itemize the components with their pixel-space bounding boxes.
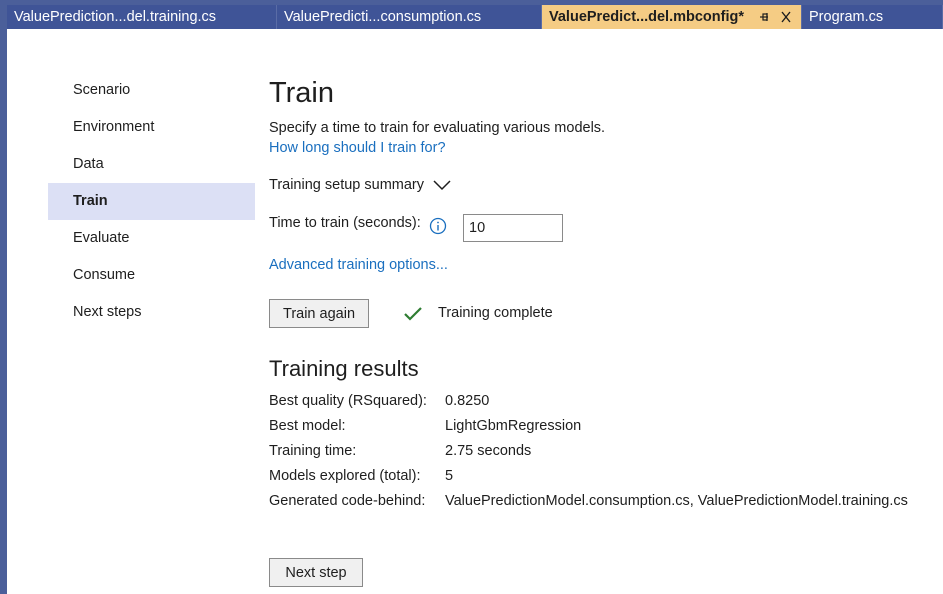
tab-label: ValuePredict...del.mbconfig* — [549, 9, 744, 25]
page-title: Train — [269, 77, 334, 109]
nav-item-scenario[interactable]: Scenario — [48, 76, 255, 113]
training-results-title: Training results — [269, 356, 419, 381]
next-step-button[interactable]: Next step — [269, 558, 363, 587]
pin-icon[interactable] — [758, 5, 770, 29]
result-key: Models explored (total): — [269, 468, 421, 484]
nav-item-evaluate[interactable]: Evaluate — [48, 224, 255, 261]
time-to-train-row: Time to train (seconds): — [269, 214, 563, 242]
time-to-train-input[interactable] — [463, 214, 563, 242]
checkmark-icon — [404, 307, 422, 321]
nav-item-next-steps[interactable]: Next steps — [48, 298, 255, 335]
result-value: LightGbmRegression — [445, 418, 582, 434]
window-frame: ValuePrediction...del.training.cs ValueP… — [0, 0, 943, 594]
page-description: Specify a time to train for evaluating v… — [269, 120, 606, 136]
result-value: ValuePredictionModel.consumption.cs, Val… — [445, 493, 908, 509]
help-link[interactable]: How long should I train for? — [269, 140, 446, 156]
result-key: Best model: — [269, 418, 346, 434]
result-key: Best quality (RSquared): — [269, 393, 427, 409]
tab-label: Program.cs — [809, 9, 884, 25]
result-key: Training time: — [269, 443, 357, 459]
summary-label: Training setup summary — [269, 177, 424, 193]
tab-mbconfig[interactable]: ValuePredict...del.mbconfig* — [542, 5, 802, 29]
training-setup-summary-toggle[interactable]: Training setup summary — [269, 177, 452, 193]
nav-item-train[interactable]: Train — [48, 183, 255, 220]
result-key: Generated code-behind: — [269, 493, 426, 509]
tab-consumption-cs[interactable]: ValuePredicti...consumption.cs — [277, 5, 542, 29]
tab-program-cs[interactable]: Program.cs — [802, 5, 943, 29]
nav-item-environment[interactable]: Environment — [48, 113, 255, 150]
step-navigation: Scenario Environment Data Train Evaluate… — [48, 76, 255, 335]
advanced-training-options-link[interactable]: Advanced training options... — [269, 257, 448, 273]
result-value: 2.75 seconds — [445, 443, 532, 459]
result-value: 0.8250 — [445, 393, 490, 409]
tab-label: ValuePredicti...consumption.cs — [284, 9, 482, 25]
train-again-button[interactable]: Train again — [269, 299, 369, 328]
nav-item-consume[interactable]: Consume — [48, 261, 255, 298]
close-icon[interactable] — [780, 5, 792, 29]
tab-label: ValuePrediction...del.training.cs — [14, 9, 217, 25]
result-value: 5 — [445, 468, 454, 484]
model-builder-page: Scenario Environment Data Train Evaluate… — [7, 29, 943, 594]
document-tab-bar: ValuePrediction...del.training.cs ValueP… — [7, 5, 943, 29]
nav-item-data[interactable]: Data — [48, 150, 255, 187]
chevron-down-icon — [433, 180, 451, 191]
time-to-train-label: Time to train (seconds): — [269, 215, 421, 231]
info-icon[interactable] — [429, 217, 447, 239]
status-text: Training complete — [438, 305, 553, 321]
tab-training-cs[interactable]: ValuePrediction...del.training.cs — [7, 5, 277, 29]
